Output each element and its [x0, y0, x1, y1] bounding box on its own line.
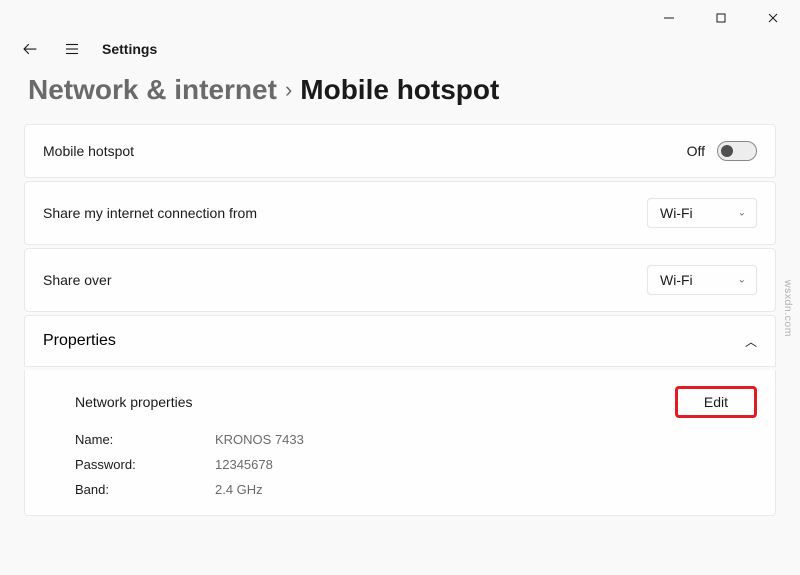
share-connection-from-card: Share my internet connection from Wi-Fi …	[24, 181, 776, 245]
share-from-label: Share my internet connection from	[43, 205, 257, 221]
band-value: 2.4 GHz	[215, 482, 757, 497]
back-button[interactable]	[18, 37, 42, 61]
chevron-up-icon: ︿	[745, 333, 757, 350]
toggle-thumb	[721, 145, 733, 157]
watermark: wsxdn.com	[782, 280, 794, 337]
password-key: Password:	[75, 457, 215, 472]
share-from-dropdown[interactable]: Wi-Fi ⌄	[647, 198, 757, 228]
mobile-hotspot-card: Mobile hotspot Off	[24, 124, 776, 178]
properties-expander[interactable]: Properties ︿	[24, 315, 776, 367]
network-properties-label: Network properties	[75, 394, 193, 410]
breadcrumb-parent[interactable]: Network & internet	[28, 74, 277, 106]
chevron-right-icon: ›	[285, 77, 292, 103]
chevron-down-icon: ⌄	[738, 275, 746, 286]
band-key: Band:	[75, 482, 215, 497]
name-value: KRONOS 7433	[215, 432, 757, 447]
name-key: Name:	[75, 432, 215, 447]
edit-button[interactable]: Edit	[675, 386, 757, 418]
chevron-down-icon: ⌄	[738, 208, 746, 219]
close-button[interactable]	[750, 2, 796, 34]
breadcrumb: Network & internet › Mobile hotspot	[0, 68, 800, 124]
toggle-state-text: Off	[687, 143, 705, 159]
share-over-value: Wi-Fi	[660, 272, 693, 288]
minimize-button[interactable]	[646, 2, 692, 34]
share-over-card: Share over Wi-Fi ⌄	[24, 248, 776, 312]
mobile-hotspot-toggle[interactable]	[717, 141, 757, 161]
properties-body: Network properties Edit Name: KRONOS 743…	[24, 370, 776, 516]
app-title: Settings	[102, 41, 157, 57]
properties-label: Properties	[43, 332, 116, 350]
maximize-button[interactable]	[698, 2, 744, 34]
password-value: 12345678	[215, 457, 757, 472]
mobile-hotspot-label: Mobile hotspot	[43, 143, 134, 159]
breadcrumb-current: Mobile hotspot	[300, 74, 499, 106]
share-over-label: Share over	[43, 272, 111, 288]
share-over-dropdown[interactable]: Wi-Fi ⌄	[647, 265, 757, 295]
menu-button[interactable]	[60, 37, 84, 61]
share-from-value: Wi-Fi	[660, 205, 693, 221]
